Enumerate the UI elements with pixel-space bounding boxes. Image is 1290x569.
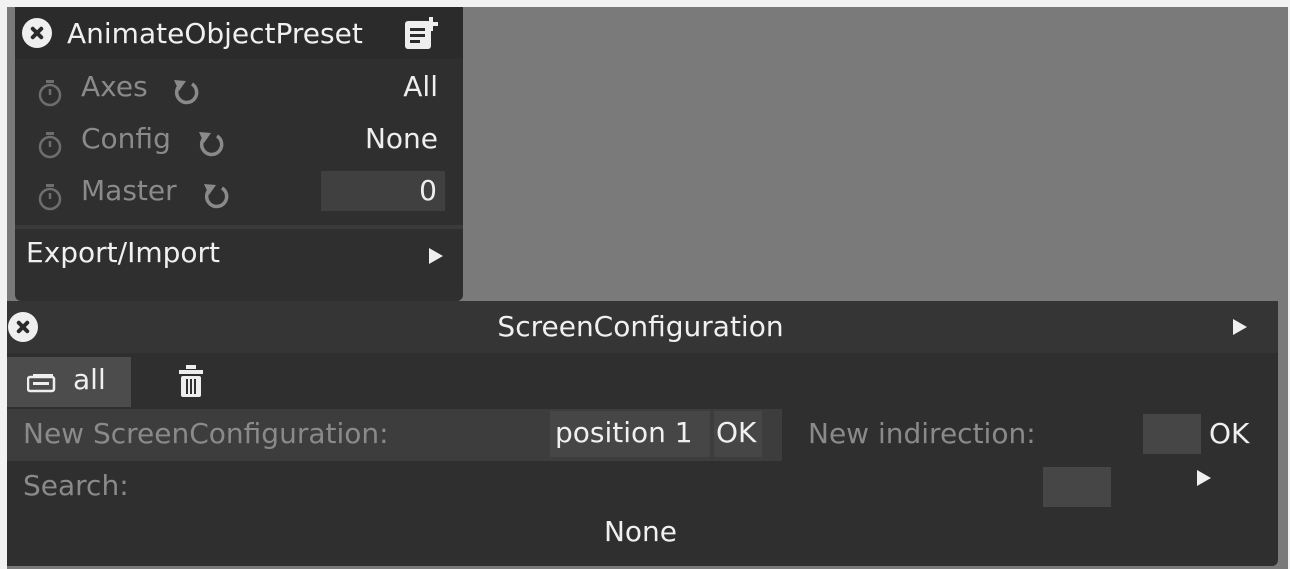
export-import-label[interactable]: Export/Import: [26, 236, 220, 269]
toolbar: all: [7, 353, 1278, 409]
preset-header: AnimateObjectPreset: [15, 7, 463, 59]
play-icon[interactable]: [429, 248, 443, 264]
new-screen-configuration-input[interactable]: position 1: [550, 411, 710, 457]
timer-icon[interactable]: [37, 131, 63, 159]
param-row-config: Config None: [15, 117, 463, 165]
param-row-axes: Axes All: [15, 65, 463, 113]
empty-list-text: None: [603, 515, 678, 548]
divider: [15, 225, 463, 229]
timer-icon[interactable]: [37, 183, 63, 211]
search-input[interactable]: [1043, 467, 1111, 507]
search-label: Search:: [23, 469, 129, 502]
param-value-axes[interactable]: All: [403, 70, 438, 103]
screen-title: ScreenConfiguration: [497, 310, 784, 343]
reset-icon[interactable]: [196, 129, 226, 159]
timer-icon[interactable]: [37, 79, 63, 107]
tab-all[interactable]: all: [7, 357, 131, 407]
trash-icon[interactable]: [177, 365, 205, 399]
preset-title: AnimateObjectPreset: [67, 17, 363, 50]
reset-icon[interactable]: [171, 77, 201, 107]
new-screen-configuration-value: position 1: [555, 416, 693, 449]
param-label-master: Master: [81, 174, 177, 207]
play-icon[interactable]: [1233, 319, 1247, 335]
tab-all-label: all: [73, 363, 106, 396]
master-value: 0: [419, 174, 437, 207]
play-icon[interactable]: [1197, 470, 1211, 486]
param-label-axes: Axes: [81, 70, 148, 103]
ok-button[interactable]: OK: [714, 411, 762, 457]
param-value-config[interactable]: None: [365, 122, 438, 155]
list-icon: [27, 374, 56, 393]
new-indirection-label: New indirection:: [808, 417, 1036, 450]
doc-add-icon[interactable]: [403, 17, 439, 51]
master-input[interactable]: 0: [321, 171, 445, 211]
new-indirection-input[interactable]: [1143, 414, 1201, 454]
param-row-master: Master 0: [15, 169, 463, 217]
animate-object-preset-panel: AnimateObjectPreset Axes All Config None…: [15, 7, 463, 301]
indirection-ok-button[interactable]: OK: [1209, 417, 1249, 450]
close-icon[interactable]: [22, 18, 52, 48]
new-screen-configuration-label: New ScreenConfiguration:: [23, 417, 389, 450]
new-screen-configuration-row: New ScreenConfiguration: position 1 OK: [7, 409, 782, 461]
screen-header: ScreenConfiguration: [7, 301, 1278, 353]
ok-label: OK: [716, 416, 757, 449]
reset-icon[interactable]: [201, 181, 231, 211]
screen-configuration-panel: ScreenConfiguration all New ScreenConfig…: [7, 301, 1278, 566]
param-label-config: Config: [81, 122, 171, 155]
